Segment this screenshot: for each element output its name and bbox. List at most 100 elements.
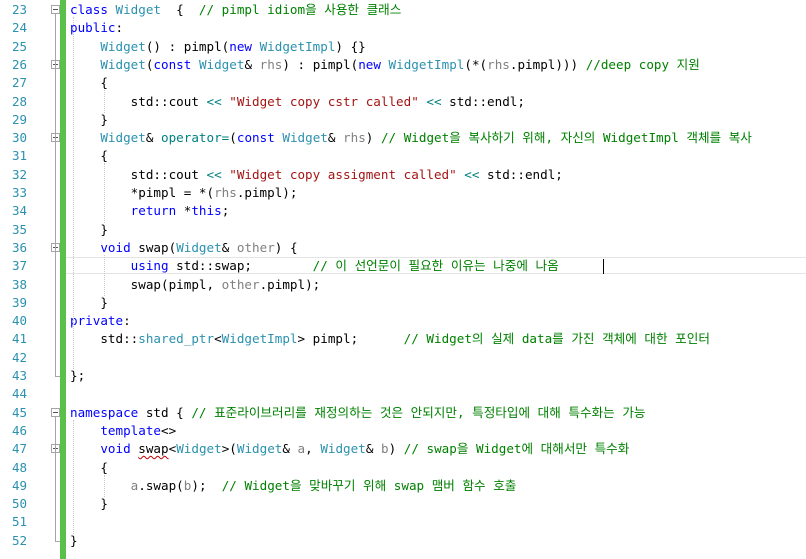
fold-outline (55, 14, 56, 376)
code-token: } (70, 532, 78, 548)
code-line-43[interactable]: 43}; (0, 367, 806, 385)
code-text: std::cout << "Widget copy cstr called" <… (70, 93, 525, 111)
line-number: 31 (11, 148, 27, 164)
code-line-33[interactable]: 33 *pimpl = *(rhs.pimpl); (0, 184, 806, 202)
code-line-29[interactable]: 29 } (0, 111, 806, 129)
code-line-47[interactable]: 47 void swap<Widget>(Widget& a, Widget& … (0, 440, 806, 458)
code-token: < (214, 331, 222, 347)
indent-guide (73, 17, 74, 369)
code-token: using (130, 258, 177, 274)
fold-collapse-icon[interactable] (51, 407, 60, 417)
code-line-32[interactable]: 32 std::cout << "Widget copy assigment c… (0, 166, 806, 184)
indent-guide (104, 90, 105, 113)
line-number: 39 (11, 294, 27, 310)
line-number: 43 (11, 368, 27, 383)
line-number: 41 (11, 331, 27, 347)
code-token: Widget (100, 56, 146, 72)
code-editor[interactable]: 23 class Widget { // pimpl idiom을 사용한 클래스… (0, 0, 806, 559)
code-line-35[interactable]: 35 } (0, 221, 806, 239)
line-number: 46 (11, 422, 27, 438)
code-line-24[interactable]: 24 public: (0, 19, 806, 37)
code-text: } (70, 294, 108, 312)
code-token: << (206, 166, 222, 182)
code-line-45[interactable]: 45 namespace std { // 표준라이브러리를 재정의하는 것은 안… (0, 404, 806, 422)
code-token: // 표준라이브러리를 재정의하는 것은 안되지만, 특정타입에 대해 특수화는… (191, 404, 646, 420)
code-token: .pimpl); (236, 185, 298, 200)
code-text: } (70, 111, 108, 129)
code-token: private (70, 313, 124, 329)
code-token: Widget (176, 441, 222, 457)
code-line-34[interactable]: 34 return *this; (0, 202, 806, 220)
code-line-25[interactable]: 25 Widget() : pimpl(new WidgetImpl) {} (0, 38, 806, 56)
code-token: a (297, 441, 306, 457)
code-token: new (229, 38, 260, 54)
code-line-26[interactable]: 26 Widget(const Widget& rhs) : pimpl(new… (0, 56, 806, 74)
code-token: & (145, 130, 162, 146)
code-text: template<> (70, 422, 176, 440)
code-token: // pimpl idiom을 사용한 클래스 (198, 2, 402, 17)
code-line-42[interactable]: 42 (0, 349, 806, 367)
code-token: ) (388, 441, 404, 457)
code-text: void swap<Widget>(Widget& a, Widget& b) … (70, 440, 629, 458)
code-line-23[interactable]: 23 class Widget { // pimpl idiom을 사용한 클래스 (0, 1, 806, 19)
line-number: 28 (11, 93, 27, 109)
code-text: { (70, 147, 108, 165)
code-line-48[interactable]: 48 { (0, 459, 806, 477)
code-token: ) : pimpl( (282, 56, 359, 72)
code-token: new (358, 56, 389, 72)
code-line-31[interactable]: 31 { (0, 147, 806, 165)
line-number: 32 (11, 166, 27, 182)
code-token: : (123, 313, 131, 329)
code-line-37[interactable]: 37 using std::swap; // 이 선언문이 필요한 이유는 나중… (0, 257, 806, 275)
code-line-41[interactable]: 41 std::shared_ptr<WidgetImpl> pimpl; //… (0, 330, 806, 348)
code-line-50[interactable]: 50 } (0, 495, 806, 513)
code-line-46[interactable]: 46 template<> (0, 422, 806, 440)
code-line-38[interactable]: 38 swap(pimpl, other.pimpl); (0, 276, 806, 294)
code-line-40[interactable]: 40 private: (0, 312, 806, 330)
code-token: std::cout (70, 93, 207, 109)
line-number: 27 (11, 75, 27, 91)
fold-outline (55, 416, 56, 541)
code-line-30[interactable]: 30 Widget& operator=(const Widget& rhs) … (0, 129, 806, 147)
code-token: public (70, 20, 116, 36)
code-token: // Widget을 맞바꾸기 위해 swap 맴버 함수 호출 (221, 477, 517, 493)
line-number: 29 (11, 111, 27, 127)
code-line-44[interactable]: 44 (0, 385, 806, 403)
code-text: }; (70, 367, 85, 385)
code-line-51[interactable]: 51 (0, 513, 806, 531)
code-token: Widget (176, 239, 222, 255)
code-text: { (70, 74, 108, 92)
code-token: & (365, 441, 381, 457)
code-line-27[interactable]: 27 { (0, 74, 806, 92)
code-token: "Widget copy cstr called" (221, 93, 419, 109)
fold-collapse-icon[interactable] (51, 5, 60, 14)
code-token: // Widget의 실제 data를 가진 객체에 대한 포인터 (403, 331, 710, 347)
line-number: 26 (11, 56, 27, 72)
code-text: Widget(const Widget& rhs) : pimpl(new Wi… (70, 56, 700, 74)
code-line-36[interactable]: 36 void swap(Widget& other) { (0, 239, 806, 257)
code-token: : (115, 20, 124, 36)
code-text: return *this; (70, 202, 230, 220)
code-token: Widget (100, 38, 146, 54)
line-number: 48 (11, 459, 27, 475)
code-token: }; (70, 368, 86, 383)
code-line-49[interactable]: 49 a.swap(b); // Widget을 맞바꾸기 위해 swap 맴버… (0, 477, 806, 495)
code-line-52[interactable]: 52} (0, 532, 806, 550)
code-line-28[interactable]: 28 std::cout << "Widget copy cstr called… (0, 93, 806, 111)
code-token: Widget (320, 441, 366, 457)
text-caret (603, 259, 604, 274)
fold-outline-end (55, 540, 60, 542)
code-token: void (100, 441, 139, 457)
code-token: { (70, 459, 108, 475)
code-text: namespace std { // 표준라이브러리를 재정의하는 것은 안되지… (70, 404, 646, 422)
line-number: 52 (11, 532, 27, 548)
code-token: std { (145, 404, 192, 420)
code-token: b (380, 441, 389, 457)
code-line-39[interactable]: 39 } (0, 294, 806, 312)
code-token: { (70, 75, 108, 91)
